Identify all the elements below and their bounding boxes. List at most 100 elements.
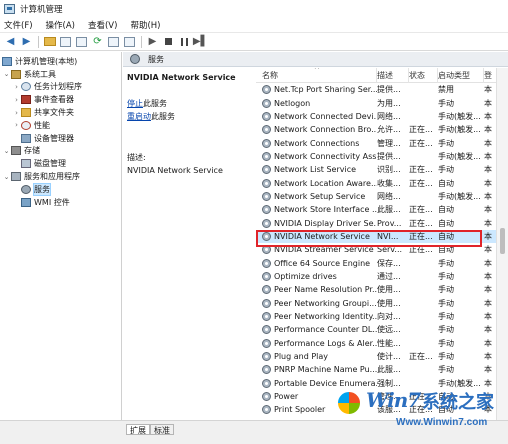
service-row[interactable]: Peer Name Resolution Pr... 使用... 手动本 — [256, 283, 508, 296]
stop-service-icon[interactable] — [161, 35, 176, 49]
pause-service-icon[interactable] — [177, 35, 192, 49]
service-description-cell: 此服... — [377, 205, 401, 215]
scrollbar-thumb[interactable] — [500, 228, 505, 254]
service-row[interactable]: Network Setup Service 网络... 手动(触发... 本 — [256, 190, 508, 203]
chevron-down-icon[interactable]: ⌄ — [2, 173, 11, 181]
column-header-status[interactable]: 状态 — [409, 68, 438, 83]
service-row[interactable]: Office 64 Source Engine 保存... 手动本 — [256, 256, 508, 269]
service-name: Netlogon — [274, 98, 311, 108]
service-row[interactable]: Network Connection Bro... 允许... 正在... 手动(触发… — [256, 123, 508, 136]
chevron-down-icon[interactable]: ⌄ — [2, 70, 11, 78]
service-description-cell: NVI... — [377, 231, 399, 241]
service-row[interactable]: Network List Service 识别... 正在... 手动本 — [256, 163, 508, 176]
column-header-startup[interactable]: 启动类型 — [438, 68, 484, 83]
tree-item-services-apps[interactable]: ⌄ 服务和应用程序 — [0, 170, 121, 183]
menu-bar: 文件(F) 操作(A) 查看(V) 帮助(H) — [0, 17, 508, 33]
service-row[interactable]: Peer Networking Groupi... 使用... 手动本 — [256, 297, 508, 310]
service-row[interactable]: Optimize drives 通过... 手动本 — [256, 270, 508, 283]
tree-item-system-tools[interactable]: ⌄ 系统工具 — [0, 68, 121, 81]
column-header-description[interactable]: 描述 — [377, 68, 409, 83]
service-row[interactable]: Network Location Aware... 收集... 正在... 自动本 — [256, 176, 508, 189]
menu-action[interactable]: 操作(A) — [46, 19, 75, 31]
stop-service-link[interactable]: 停止 — [127, 99, 143, 108]
service-gear-icon — [262, 231, 271, 241]
back-arrow-icon[interactable]: ◀ — [3, 35, 18, 49]
service-row[interactable]: Network Connected Devi... 网络... 手动(触发... 本 — [256, 110, 508, 123]
toolbar-divider — [38, 35, 39, 48]
tree-item-device-manager[interactable]: 设备管理器 — [0, 132, 121, 145]
service-row[interactable]: Network Connectivity Ass... 提供... 手动(触发...… — [256, 150, 508, 163]
services-list: ^ 名称 描述 状态 启动类型 登 Net.Tcp Port Sharing S… — [256, 68, 508, 420]
forward-arrow-icon[interactable]: ▶ — [19, 35, 34, 49]
tree-item-storage[interactable]: ⌄ 存储 — [0, 145, 121, 158]
chevron-right-icon[interactable]: › — [12, 96, 21, 104]
service-description-cell: 使用... — [377, 298, 401, 308]
toolbar-divider — [141, 35, 142, 48]
service-description-cell: 允许... — [377, 125, 401, 135]
service-name: Performance Logs & Aler... — [274, 338, 377, 348]
service-row[interactable]: Peer Networking Identity... 向对... 手动本 — [256, 310, 508, 323]
service-row[interactable]: NVIDIA Network Service NVI... 正在... 自动本 — [256, 229, 508, 244]
storage-icon — [11, 146, 21, 156]
tree-item-performance[interactable]: › 性能 — [0, 119, 121, 132]
chevron-right-icon[interactable]: › — [12, 83, 21, 91]
service-name: NVIDIA Network Service — [274, 231, 370, 241]
menu-view[interactable]: 查看(V) — [88, 19, 117, 31]
service-name: PNRP Machine Name Pu... — [274, 365, 377, 375]
tools-icon — [11, 69, 21, 79]
tree-item-disk-management[interactable]: 磁盘管理 — [0, 157, 121, 170]
service-startup-cell: 手动 — [438, 325, 454, 335]
tree-item-event-viewer[interactable]: › 事件查看器 — [0, 93, 121, 106]
service-name: Power — [274, 392, 299, 402]
vertical-scrollbar[interactable] — [496, 68, 508, 420]
service-startup-cell: 手动(触发... — [438, 151, 481, 161]
service-row[interactable]: Netlogon 为用... 手动本 — [256, 96, 508, 109]
wmi-icon — [21, 197, 31, 207]
service-row[interactable]: Network Store Interface ... 此服... 正在... 自动本 — [256, 203, 508, 216]
list-header: ^ 名称 描述 状态 启动类型 登 — [256, 68, 508, 83]
start-service-icon[interactable]: ▶ — [145, 35, 160, 49]
service-gear-icon — [262, 365, 271, 375]
properties-icon[interactable] — [74, 35, 89, 49]
service-row[interactable]: NVIDIA Display Driver Se... Prov... 正在... 自… — [256, 216, 508, 229]
chevron-right-icon[interactable]: › — [12, 109, 21, 117]
watermark-brand-cn: 系统之家 — [422, 392, 494, 413]
service-status-cell: 正在... — [409, 125, 433, 135]
tree-item-shared-folders[interactable]: › 共享文件夹 — [0, 106, 121, 119]
service-gear-icon — [262, 338, 271, 348]
service-title: NVIDIA Network Service — [127, 73, 236, 82]
service-description-cell: 通过... — [377, 271, 401, 281]
tree-item-task-scheduler[interactable]: › 任务计划程序 — [0, 81, 121, 94]
tab-standard[interactable]: 标准 — [150, 424, 174, 435]
service-gear-icon — [262, 258, 271, 268]
service-row[interactable]: PNRP Machine Name Pu... 此服... 手动本 — [256, 363, 508, 376]
restart-service-link[interactable]: 重启动 — [127, 112, 151, 121]
tree-item-wmi[interactable]: WMI 控件 — [0, 196, 121, 209]
tree-item-root[interactable]: 计算机管理(本地) — [0, 55, 121, 68]
service-row[interactable]: Performance Logs & Aler... 性能... 手动本 — [256, 337, 508, 350]
show-hide-tree-icon[interactable] — [58, 35, 73, 49]
windows-logo-icon — [336, 390, 362, 416]
service-row[interactable]: Network Connections 管理... 正在... 手动本 — [256, 136, 508, 149]
service-row[interactable]: Plug and Play 使计... 正在... 手动本 — [256, 350, 508, 363]
service-description-cell: 网络... — [377, 111, 401, 121]
service-name-cell: Network Setup Service — [256, 191, 377, 201]
service-row[interactable]: Net.Tcp Port Sharing Ser... 提供... 禁用本 — [256, 83, 508, 96]
tab-extended[interactable]: 扩展 — [126, 424, 150, 435]
service-startup-cell: 手动(触发... — [438, 191, 481, 201]
tree-label: 性能 — [34, 120, 50, 130]
chevron-down-icon[interactable]: ⌄ — [2, 147, 11, 155]
service-row[interactable]: NVIDIA Streamer Service Serv... 正在... 自动本 — [256, 243, 508, 256]
menu-file[interactable]: 文件(F) — [4, 19, 33, 31]
service-startup-cell: 手动 — [438, 365, 454, 375]
service-row[interactable]: Performance Counter DL... 使远... 手动本 — [256, 323, 508, 336]
chevron-right-icon[interactable]: › — [12, 121, 21, 129]
restart-service-icon[interactable]: ▶▌ — [193, 35, 208, 49]
refresh-icon[interactable]: ⟳ — [90, 35, 105, 49]
sort-ascending-icon: ^ — [314, 68, 320, 74]
help-icon[interactable] — [122, 35, 137, 49]
up-folder-icon[interactable] — [42, 35, 57, 49]
export-list-icon[interactable] — [106, 35, 121, 49]
menu-help[interactable]: 帮助(H) — [130, 19, 160, 31]
tree-item-services[interactable]: 服务 — [0, 182, 121, 196]
